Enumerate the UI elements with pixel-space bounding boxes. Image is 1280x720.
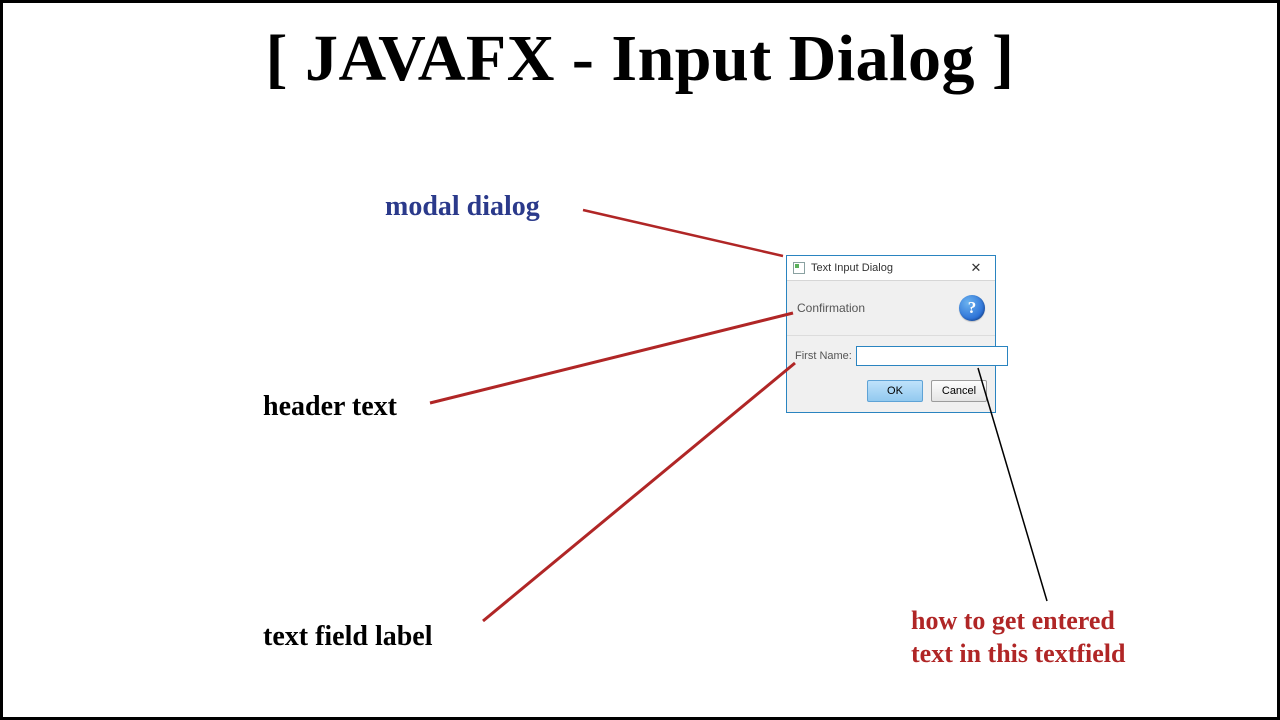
dialog-button-bar: OK Cancel [787,374,995,412]
dialog-titlebar[interactable]: Text Input Dialog ✕ [787,256,995,281]
annotation-modal-dialog: modal dialog [385,191,540,223]
first-name-input[interactable] [856,346,1008,366]
annotation-how-to-get-text: how to get entered text in this textfiel… [911,605,1125,670]
annotation-header-text: header text [263,391,397,423]
app-icon [793,262,805,274]
dialog-header-area: Confirmation ? [787,281,995,336]
ok-button[interactable]: OK [867,380,923,402]
question-icon: ? [959,295,985,321]
annotation-how-to-line1: how to get entered [911,606,1115,635]
dialog-header-text: Confirmation [797,301,865,315]
text-input-dialog: Text Input Dialog ✕ Confirmation ? First… [786,255,996,413]
cancel-button[interactable]: Cancel [931,380,987,402]
dialog-body: First Name: [787,336,995,374]
close-icon[interactable]: ✕ [961,258,991,278]
annotation-how-to-line2: text in this textfield [911,639,1125,668]
annotation-textfield-label: text field label [263,621,433,653]
diagram-canvas: [ JAVAFX - Input Dialog ] modal dialog h… [0,0,1280,720]
dialog-title: Text Input Dialog [811,262,961,274]
first-name-label: First Name: [795,350,852,362]
page-title: [ JAVAFX - Input Dialog ] [3,21,1277,97]
